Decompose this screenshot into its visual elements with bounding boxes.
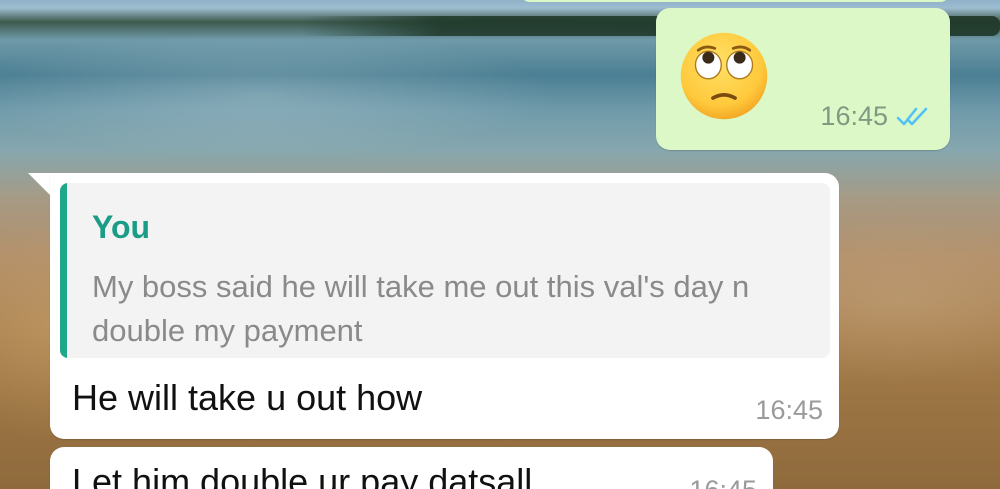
quoted-message-author: You [92,209,151,245]
message-time: 16:45 [689,475,757,489]
incoming-message-bubble[interactable]: You My boss said he will take me out thi… [50,173,839,439]
face-with-rolling-eyes-icon [680,32,768,120]
chat-screen: 16:45 You My boss said he will take me o… [0,0,1000,489]
message-time: 16:45 [755,395,823,425]
double-check-read-icon [896,107,928,125]
message-time: 16:45 [820,101,888,131]
incoming-message-bubble[interactable]: Let him double ur pay datsall 16:45 [50,447,773,489]
quoted-message-text: My boss said he will take me out this va… [92,269,750,348]
outgoing-message-bubble[interactable]: 16:45 [656,8,950,150]
previous-message-bubble-edge[interactable] [520,0,950,2]
quote-accent-bar [60,183,67,358]
outgoing-message-meta: 16:45 [820,101,930,132]
quoted-message[interactable]: You My boss said he will take me out thi… [60,183,830,358]
incoming-bubble-tail [28,173,52,197]
message-text: Let him double ur pay datsall [72,461,533,489]
message-text: He will take u out how [72,377,423,418]
